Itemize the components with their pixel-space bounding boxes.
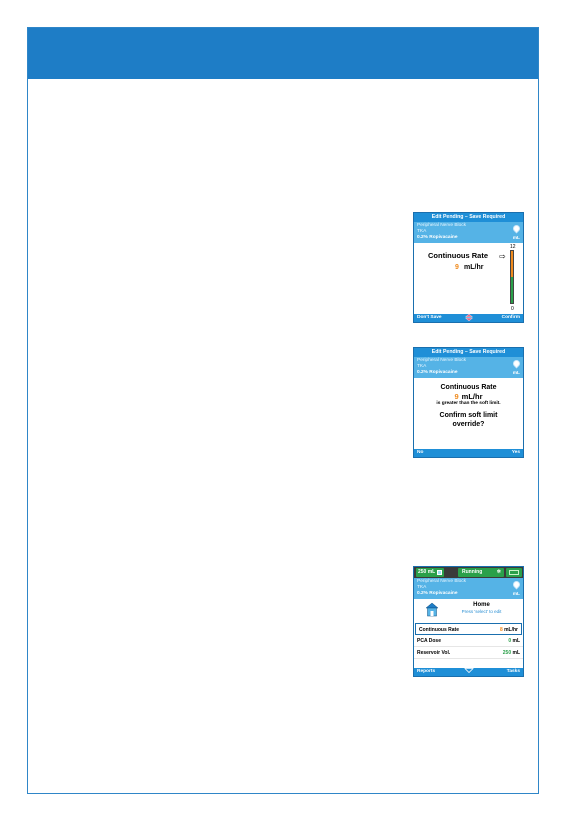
tasks-button[interactable]: Tasks	[507, 668, 520, 676]
volume-unit: mL	[512, 371, 520, 376]
row-number: 250	[502, 650, 512, 656]
running-icon: ✲	[496, 569, 501, 575]
rate-line: 9 mL/hr	[414, 392, 523, 401]
rate-value: 9	[454, 392, 459, 401]
rate-unit: mL/hr	[464, 264, 484, 271]
status-bar: 250 mL Running ✲	[414, 567, 523, 578]
normal-zone	[511, 277, 513, 303]
list-item-continuous-rate[interactable]: Continuous Rate 8 mL/hr	[415, 623, 522, 635]
row-value: 0 mL	[508, 635, 520, 647]
question-line-1: Confirm soft limit	[439, 412, 498, 419]
home-header: Home Press 'select' to edit	[414, 599, 523, 623]
soft-limit-warning: is greater than the soft limit.	[436, 401, 501, 406]
running-status: Running ✲	[458, 568, 504, 577]
no-button[interactable]: No	[417, 449, 423, 457]
softkey-bar: No Yes	[414, 449, 523, 457]
list-item-pca-dose[interactable]: PCA Dose 0 mL	[414, 635, 523, 647]
rate-value[interactable]: 9	[455, 264, 459, 271]
limit-bar	[510, 250, 514, 304]
reservoir-status: 250 mL	[416, 568, 444, 577]
therapy-info: Peripheral Nerve Block TKA 0.2% Ropivaca…	[414, 357, 523, 378]
running-label: Running	[462, 569, 483, 575]
chevron-down-svg	[463, 668, 474, 674]
row-value: 250 mL	[503, 647, 520, 659]
rate-unit: mL/hr	[461, 392, 483, 401]
row-label: PCA Dose	[417, 638, 441, 644]
row-label: Reservoir Vol.	[417, 650, 451, 656]
up-down-arrows-svg	[464, 313, 473, 322]
soft-limit-zone	[511, 251, 513, 277]
row-unit: mL	[512, 650, 521, 656]
up-down-arrows-icon	[464, 313, 473, 325]
battery-icon	[506, 568, 522, 577]
scale-min: 0	[511, 306, 514, 312]
reports-button[interactable]: Reports	[417, 668, 435, 676]
override-question: Confirm soft limit override?	[414, 411, 523, 429]
dont-save-button[interactable]: Don't Save	[417, 314, 442, 322]
list-item-reservoir-vol[interactable]: Reservoir Vol. 250 mL	[414, 647, 523, 659]
volume-unit: mL	[512, 592, 520, 597]
header-band	[28, 28, 538, 79]
row-number: 8	[499, 627, 503, 633]
home-title: Home	[473, 602, 490, 608]
softkey-bar: Don't Save Confirm	[414, 313, 523, 325]
drug-name: 0.2% Ropivacaine	[417, 370, 458, 375]
scroll-down-icon	[463, 668, 474, 677]
pump-screen-home: 250 mL Running ✲ Peripheral Nerve Block …	[413, 566, 524, 677]
screen-title: Edit Pending – Save Required	[414, 213, 523, 222]
screen-title: Edit Pending – Save Required	[414, 348, 523, 357]
reservoir-icon	[437, 570, 442, 575]
therapy-info: Peripheral Nerve Block TKA 0.2% Ropivaca…	[414, 578, 523, 599]
pump-screen-confirm-override: Edit Pending – Save Required Peripheral …	[413, 347, 524, 458]
therapy-info: Peripheral Nerve Block TKA 0.2% Ropivaca…	[414, 222, 523, 243]
confirm-button[interactable]: Confirm	[502, 314, 520, 322]
drug-name: 0.2% Ropivacaine	[417, 591, 458, 596]
rate-label: Continuous Rate	[428, 251, 488, 260]
row-unit: mL/hr	[504, 627, 518, 633]
home-hint: Press 'select' to edit	[461, 609, 502, 614]
rate-label: Continuous Rate	[440, 384, 497, 391]
arrow-right-icon: ⇨	[499, 252, 506, 261]
question-line-2: override?	[452, 421, 485, 428]
row-number: 0	[508, 638, 512, 644]
drug-name: 0.2% Ropivacaine	[417, 235, 458, 240]
pump-screen-continuous-rate: Edit Pending – Save Required Peripheral …	[413, 212, 524, 323]
reservoir-volume: 250 mL	[418, 569, 436, 575]
row-unit: mL	[512, 638, 521, 644]
volume-unit: mL	[512, 236, 520, 241]
softkey-bar: Reports Tasks	[414, 668, 523, 676]
yes-button[interactable]: Yes	[512, 449, 520, 457]
